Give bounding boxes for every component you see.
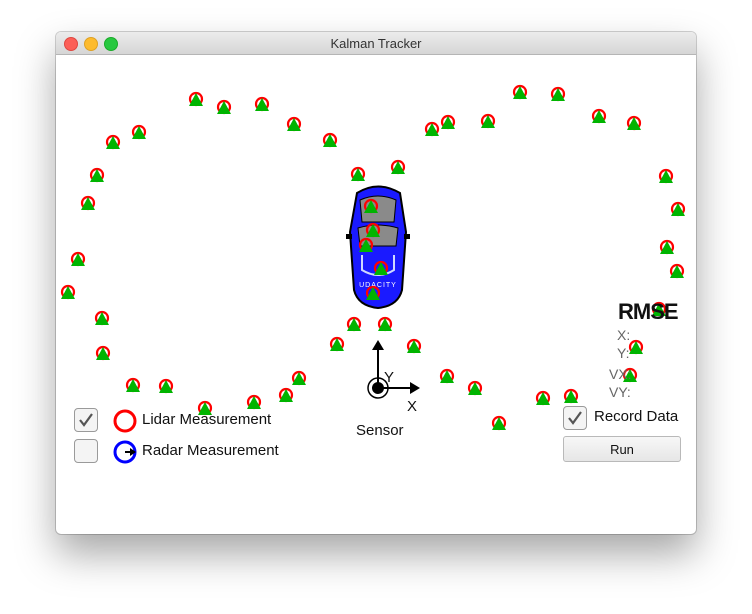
rmse-y: Y: [617, 345, 630, 361]
tracking-canvas: UDACITY Y X Sensor RMSE X: Y: VX: VY: Li… [56, 55, 696, 534]
rmse-x: X: [617, 327, 631, 343]
tracking-scene: UDACITY [60, 84, 686, 431]
measurement-marker [406, 338, 422, 354]
lidar-legend-label: Lidar Measurement [142, 411, 272, 428]
x-axis-label: X [407, 398, 418, 415]
record-data-checkbox[interactable] [563, 406, 587, 430]
measurement-marker [480, 113, 496, 129]
record-data-label: Record Data [594, 408, 679, 425]
rmse-vx: VX: [609, 366, 632, 382]
measurement-marker [628, 339, 644, 355]
app-window: Kalman Tracker UDACITY Y X Sensor RMSE X… [56, 32, 696, 534]
measurement-marker [80, 195, 96, 211]
window-title: Kalman Tracker [330, 36, 422, 51]
measurement-marker [563, 388, 579, 404]
measurement-marker [363, 198, 379, 214]
radar-checkbox[interactable] [74, 439, 98, 463]
measurement-marker [346, 316, 362, 332]
measurement-marker [439, 368, 455, 384]
rmse-vy: VY: [609, 384, 631, 400]
measurement-marker [158, 378, 174, 394]
measurement-marker [291, 370, 307, 386]
measurement-marker [467, 380, 483, 396]
measurement-marker [365, 222, 381, 238]
sensor-label: Sensor [356, 422, 404, 439]
measurement-marker [188, 91, 204, 107]
measurement-marker [94, 310, 110, 326]
run-button[interactable]: Run [563, 436, 681, 462]
measurement-marker [512, 84, 528, 100]
measurement-marker [390, 159, 406, 175]
lidar-checkbox[interactable] [74, 408, 98, 432]
measurement-marker [286, 116, 302, 132]
measurement-marker [216, 99, 232, 115]
checkmark-icon [568, 411, 582, 425]
measurement-marker [373, 260, 389, 276]
measurement-marker [365, 285, 381, 301]
rmse-title: RMSE [618, 299, 679, 324]
lidar-legend-icon [113, 409, 137, 433]
measurement-marker [350, 166, 366, 182]
radar-legend-label: Radar Measurement [142, 442, 279, 459]
measurement-marker [60, 284, 76, 300]
measurement-marker [278, 387, 294, 403]
measurement-marker [440, 114, 456, 130]
measurement-marker [329, 336, 345, 352]
measurement-marker [424, 121, 440, 137]
measurement-marker [550, 86, 566, 102]
title-bar: Kalman Tracker [56, 32, 696, 55]
measurement-marker [377, 316, 393, 332]
measurement-marker [70, 251, 86, 267]
measurement-marker [535, 390, 551, 406]
measurement-marker [669, 263, 685, 279]
car-logo-text: UDACITY [359, 282, 397, 289]
measurement-marker [659, 239, 675, 255]
measurement-marker [254, 96, 270, 112]
radar-legend-icon [113, 440, 137, 464]
measurement-marker [105, 134, 121, 150]
checkmark-icon [79, 413, 93, 427]
measurement-marker [626, 115, 642, 131]
y-axis-label: Y [384, 369, 395, 386]
measurement-marker [658, 168, 674, 184]
measurement-marker [491, 415, 507, 431]
measurement-marker [670, 201, 686, 217]
measurement-marker [246, 394, 262, 410]
measurement-marker [95, 345, 111, 361]
measurement-marker [89, 167, 105, 183]
measurement-marker [591, 108, 607, 124]
measurement-marker [322, 132, 338, 148]
measurement-marker [125, 377, 141, 393]
measurement-marker [131, 124, 147, 140]
measurement-marker [358, 237, 374, 253]
